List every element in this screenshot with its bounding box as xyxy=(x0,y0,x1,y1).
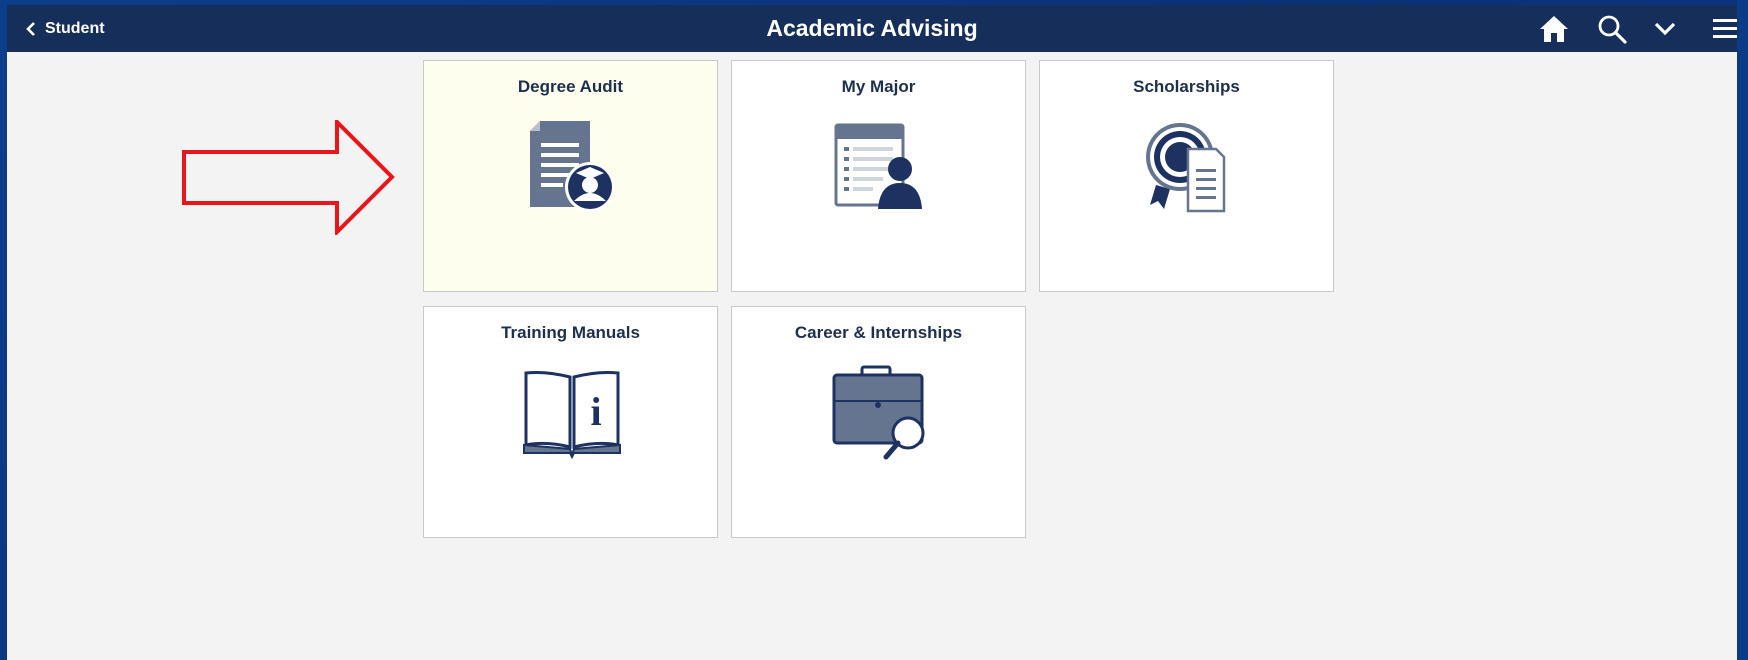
search-icon[interactable] xyxy=(1597,14,1627,49)
chevron-down-icon[interactable] xyxy=(1654,20,1676,43)
tile-title: Degree Audit xyxy=(517,77,624,96)
tile-title: My Major xyxy=(841,77,916,96)
tile-scholarships[interactable]: Scholarships xyxy=(1039,60,1334,292)
tile-career-internships[interactable]: Career & Internships xyxy=(731,306,1026,538)
tile-title: Training Manuals xyxy=(501,323,640,342)
tile-training-manuals[interactable]: Training Manuals i xyxy=(423,306,718,538)
menu-icon[interactable] xyxy=(1713,17,1737,46)
chevron-left-icon xyxy=(26,21,35,36)
red-arrow-icon xyxy=(182,120,395,235)
svg-text:i: i xyxy=(590,389,601,434)
home-icon[interactable] xyxy=(1539,14,1569,49)
tile-title: Career & Internships xyxy=(794,323,963,342)
app-window: Student Academic Advising Degree Audit M… xyxy=(7,5,1737,660)
page-title: Academic Advising xyxy=(766,15,978,41)
scholarship-icon xyxy=(1146,123,1226,213)
banner-header: Student Academic Advising xyxy=(7,5,1737,52)
tile-my-major[interactable]: My Major xyxy=(731,60,1026,292)
training-manual-icon: i xyxy=(523,371,621,459)
slide-edge xyxy=(1737,0,1748,660)
tile-degree-audit[interactable]: Degree Audit xyxy=(423,60,718,292)
tile-title: Scholarships xyxy=(1133,77,1240,96)
back-button[interactable]: Student xyxy=(25,5,105,52)
my-major-icon xyxy=(834,123,922,209)
degree-audit-icon xyxy=(530,121,615,212)
career-briefcase-icon xyxy=(832,365,925,460)
back-button-label: Student xyxy=(45,19,105,37)
